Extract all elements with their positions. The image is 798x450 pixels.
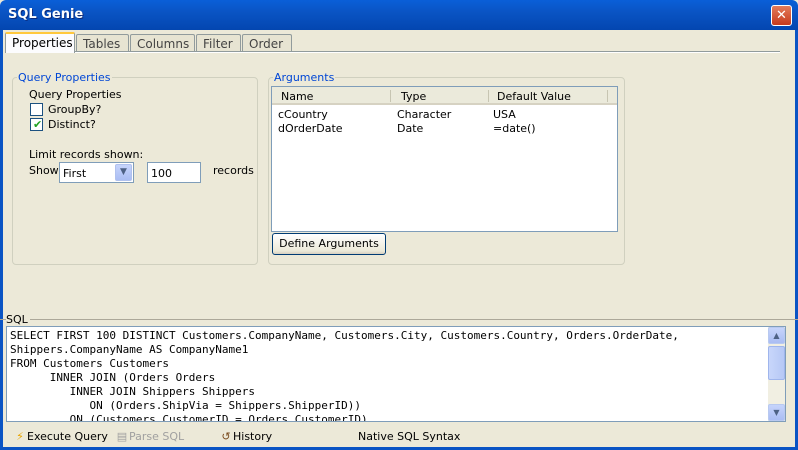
history-icon: ↺ xyxy=(221,430,231,443)
column-header-type[interactable]: Type xyxy=(401,90,426,103)
parse-sql-button[interactable]: ▤ Parse SQL xyxy=(115,430,184,443)
tab-filter[interactable]: Filter xyxy=(196,34,241,52)
groupby-label: GroupBy? xyxy=(48,103,102,116)
history-button[interactable]: ↺ History xyxy=(219,430,272,443)
argument-type: Date xyxy=(397,122,424,135)
show-select-value: First xyxy=(63,167,87,180)
lightning-icon: ⚡ xyxy=(16,430,24,443)
argument-name: cCountry xyxy=(278,108,328,121)
groupby-checkbox[interactable] xyxy=(30,103,43,116)
section-divider xyxy=(0,319,798,320)
sql-genie-window: SQL Genie ✕ Properties Tables Columns Fi… xyxy=(0,0,798,450)
sql-label: SQL xyxy=(6,313,30,326)
tab-columns[interactable]: Columns xyxy=(130,34,195,52)
query-properties-legend: Query Properties xyxy=(17,71,112,84)
query-properties-heading: Query Properties xyxy=(29,88,122,101)
argument-type: Character xyxy=(397,108,452,121)
column-header-default[interactable]: Default Value xyxy=(497,90,571,103)
execute-query-button[interactable]: ⚡ Execute Query xyxy=(13,430,108,443)
records-label: records xyxy=(213,164,254,177)
argument-default: =date() xyxy=(493,122,536,135)
arguments-list-header: Name Type Default Value xyxy=(272,87,617,105)
define-arguments-button[interactable]: Define Arguments xyxy=(272,233,386,255)
tab-divider-highlight xyxy=(5,52,780,53)
history-label: History xyxy=(233,430,273,443)
tab-properties[interactable]: Properties xyxy=(5,32,75,53)
column-header-name[interactable]: Name xyxy=(281,90,313,103)
scroll-down-icon[interactable]: ▼ xyxy=(768,404,785,421)
arguments-legend: Arguments xyxy=(273,71,336,84)
native-sql-syntax-label: Native SQL Syntax xyxy=(358,430,461,443)
chevron-down-icon[interactable]: ▼ xyxy=(115,164,132,181)
limit-records-label: Limit records shown: xyxy=(29,148,144,161)
window-title: SQL Genie xyxy=(8,7,84,22)
column-separator xyxy=(390,90,391,102)
distinct-checkbox[interactable]: ✔ xyxy=(30,118,43,131)
tab-tables[interactable]: Tables xyxy=(76,34,129,52)
sql-scrollbar[interactable]: ▲ ▼ xyxy=(768,327,785,421)
arguments-list[interactable]: Name Type Default Value cCountry Charact… xyxy=(271,86,618,232)
execute-query-label: Execute Query xyxy=(27,430,108,443)
sql-text[interactable]: SELECT FIRST 100 DISTINCT Customers.Comp… xyxy=(10,329,679,421)
close-button[interactable]: ✕ xyxy=(771,5,792,26)
show-label: Show xyxy=(29,164,59,177)
argument-name: dOrderDate xyxy=(278,122,343,135)
distinct-label: Distinct? xyxy=(48,118,96,131)
argument-default: USA xyxy=(493,108,516,121)
title-bar[interactable]: SQL Genie ✕ xyxy=(0,0,798,30)
parse-sql-label: Parse SQL xyxy=(129,430,185,443)
records-count-input[interactable]: 100 xyxy=(147,162,201,183)
tab-order[interactable]: Order xyxy=(242,34,292,52)
column-separator xyxy=(488,90,489,102)
scroll-up-icon[interactable]: ▲ xyxy=(768,327,785,344)
column-separator xyxy=(607,90,608,102)
scroll-thumb[interactable] xyxy=(768,346,785,380)
sql-editor[interactable]: SELECT FIRST 100 DISTINCT Customers.Comp… xyxy=(6,326,786,422)
show-select[interactable]: First ▼ xyxy=(59,162,134,183)
document-icon: ▤ xyxy=(116,430,128,443)
checkmark-icon: ✔ xyxy=(33,118,43,131)
